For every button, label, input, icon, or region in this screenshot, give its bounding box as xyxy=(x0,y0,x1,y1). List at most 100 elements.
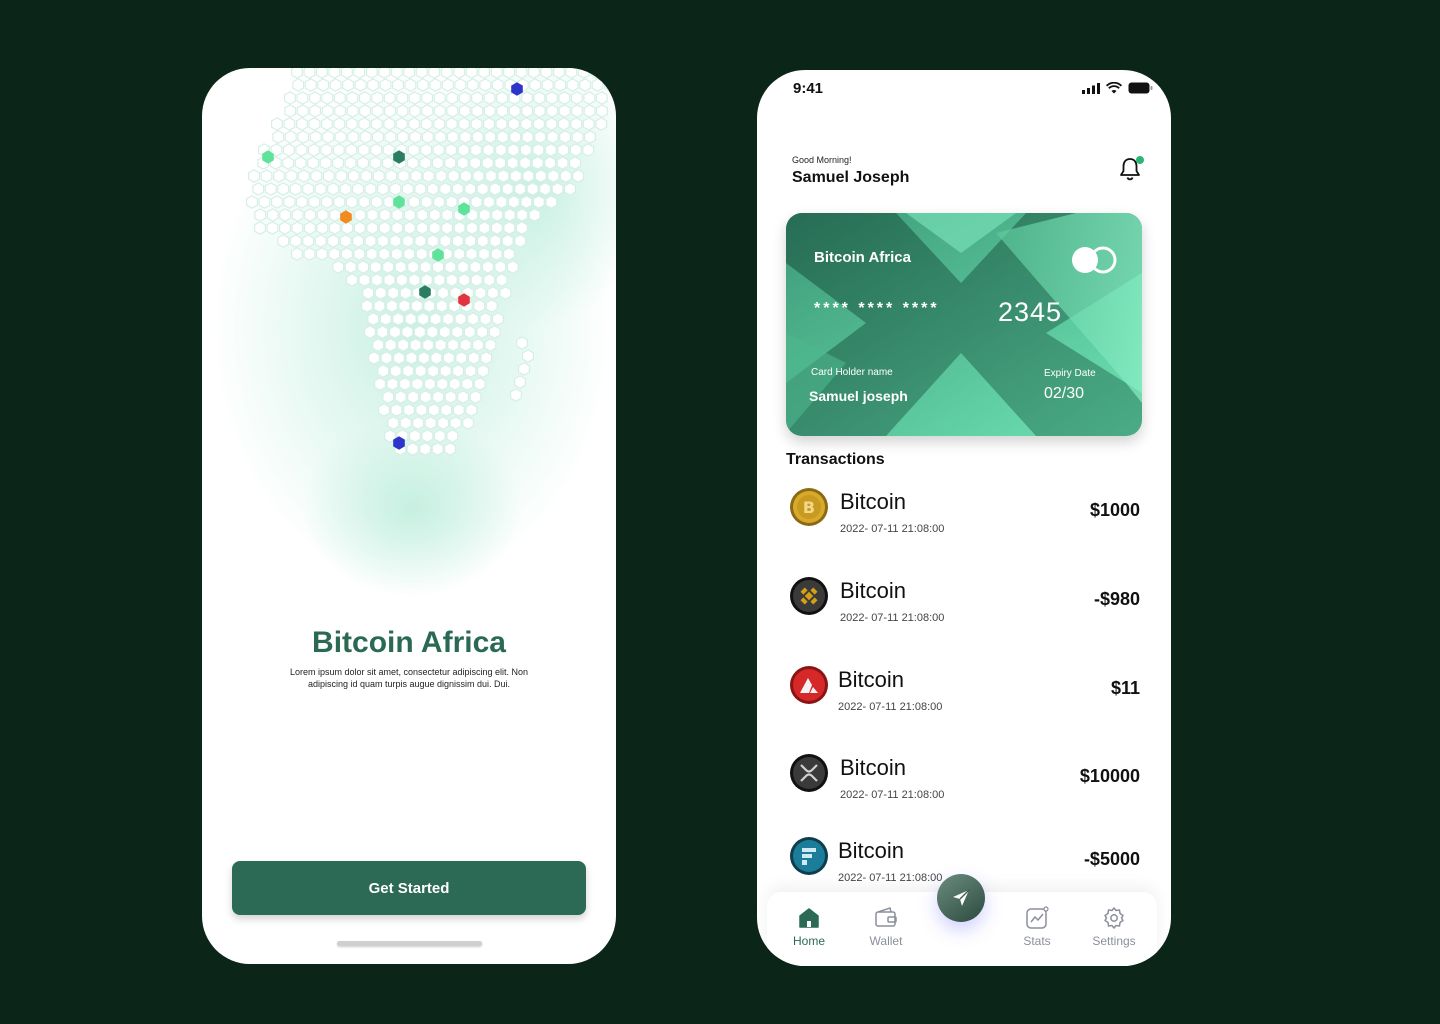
map-hex-cell xyxy=(569,156,581,170)
map-hex-cell xyxy=(335,169,348,183)
map-hex-cell xyxy=(559,130,571,144)
transaction-date: 2022- 07-11 21:08:00 xyxy=(840,789,945,801)
map-hex-cell xyxy=(254,221,266,235)
map-hex-cell xyxy=(501,182,514,196)
map-hex-cell xyxy=(495,143,507,157)
map-hex-cell xyxy=(595,91,608,105)
map-hex-cell xyxy=(420,195,433,209)
transaction-row[interactable]: Bitcoin 2022- 07-11 21:08:00 -$980 xyxy=(786,576,1142,636)
map-hex-cell xyxy=(458,104,471,118)
map-hex-cell xyxy=(489,182,502,196)
map-hex-cell xyxy=(260,169,273,183)
status-icons xyxy=(1082,82,1153,94)
map-hex-cell xyxy=(422,338,435,352)
map-hex-cell xyxy=(346,104,359,118)
transaction-amount: -$980 xyxy=(1093,589,1140,609)
map-hex-cell xyxy=(371,104,384,118)
transaction-row[interactable]: Bitcoin 2022- 07-11 21:08:00 $10000 xyxy=(786,753,1142,813)
map-hex-cell xyxy=(546,104,559,118)
card-expiry: 02/30 xyxy=(1044,385,1085,402)
map-hex-cell xyxy=(402,364,415,378)
map-hex-cell xyxy=(395,273,408,287)
map-hex-cell xyxy=(435,299,448,313)
map-hex-cell xyxy=(545,195,558,209)
map-hex-cell xyxy=(377,234,389,248)
map-hex-cell xyxy=(407,260,419,274)
map-hex-cell xyxy=(389,364,402,378)
map-hex-cell xyxy=(307,156,320,170)
map-hex-cell xyxy=(383,91,396,105)
map-hex-cell xyxy=(532,117,545,131)
map-hex-cell xyxy=(526,182,539,196)
map-hex-cell xyxy=(370,195,383,209)
map-hex-cell xyxy=(340,247,353,261)
map-hex-cell xyxy=(438,325,451,339)
map-hex-cell xyxy=(463,325,476,339)
onboarding-description: Lorem ipsum dolor sit amet, consectetur … xyxy=(289,667,529,689)
map-hex-cell xyxy=(416,221,429,235)
svg-text:B: B xyxy=(803,498,815,517)
map-hex-cell xyxy=(367,312,380,326)
greeting-text: Good Morning! xyxy=(792,155,852,165)
map-hex-cell xyxy=(531,156,544,170)
home-screen: 9:41 Good Morning! Samuel Joseph Bitcoin… xyxy=(757,70,1171,966)
map-hex-cell xyxy=(444,260,457,274)
map-hex-cell xyxy=(387,416,400,430)
transaction-row[interactable]: B Bitcoin 2022- 07-11 21:08:00 $1000 xyxy=(786,487,1142,547)
map-hex-cell xyxy=(469,260,482,274)
map-hex-cell xyxy=(417,78,429,92)
map-hex-cell xyxy=(402,234,414,248)
map-hex-cell xyxy=(386,377,399,391)
transaction-amount: $11 xyxy=(1110,678,1140,698)
map-hex-cell xyxy=(503,221,516,235)
map-hex-cell xyxy=(327,182,339,196)
map-hex-cell xyxy=(378,403,390,417)
binance-coin-icon xyxy=(790,577,828,615)
map-hex-cell xyxy=(291,247,303,261)
nav-home[interactable]: Home xyxy=(774,906,844,948)
map-hex-cell xyxy=(494,260,507,274)
notification-bell-button[interactable] xyxy=(1118,156,1144,184)
map-hex-cell xyxy=(414,234,427,248)
map-hex-cell xyxy=(577,68,590,79)
wifi-icon xyxy=(1106,82,1122,94)
map-hex-cell xyxy=(329,208,341,222)
map-hex-cell xyxy=(465,403,478,417)
card-brand: Bitcoin Africa xyxy=(814,249,911,266)
map-hex-cell xyxy=(421,104,434,118)
map-hex-cell xyxy=(409,338,422,352)
transaction-row[interactable]: Bitcoin 2022- 07-11 21:08:00 $11 xyxy=(786,665,1142,725)
map-hex-cell xyxy=(508,117,520,131)
map-hex-cell xyxy=(476,234,489,248)
map-hex-cell xyxy=(451,234,464,248)
map-hex-cell xyxy=(559,169,572,183)
map-hex-cell xyxy=(359,104,371,118)
map-hex-cell xyxy=(445,117,458,131)
nav-settings[interactable]: Settings xyxy=(1079,906,1149,948)
map-hex-cell xyxy=(364,182,377,196)
map-hex-cell xyxy=(358,195,371,209)
map-hex-cell xyxy=(451,325,464,339)
map-hex-cell xyxy=(516,336,528,350)
map-hex-cell xyxy=(294,156,307,170)
map-hex-cell xyxy=(297,169,310,183)
nav-wallet[interactable]: Wallet xyxy=(851,906,921,948)
map-hex-cell xyxy=(478,68,490,79)
map-hex-cell xyxy=(395,117,408,131)
nav-stats[interactable]: Stats xyxy=(1002,906,1072,948)
map-hex-cell xyxy=(483,273,496,287)
map-hex-cell xyxy=(320,143,333,157)
map-hex-cell xyxy=(367,78,379,92)
map-hex-cell xyxy=(327,234,340,248)
payment-card[interactable]: Bitcoin Africa **** **** **** 2345 Card … xyxy=(786,213,1142,436)
map-hex-cell xyxy=(409,130,422,144)
map-hex-cell xyxy=(440,68,453,79)
status-time: 9:41 xyxy=(793,80,824,97)
map-hex-cell xyxy=(464,364,477,378)
map-hex-cell xyxy=(491,208,504,222)
get-started-button[interactable]: Get Started xyxy=(232,861,586,915)
send-fab-button[interactable] xyxy=(937,874,985,922)
map-hex-cell xyxy=(459,130,472,144)
map-hex-cell xyxy=(377,364,390,378)
map-hex-cell xyxy=(372,130,384,144)
